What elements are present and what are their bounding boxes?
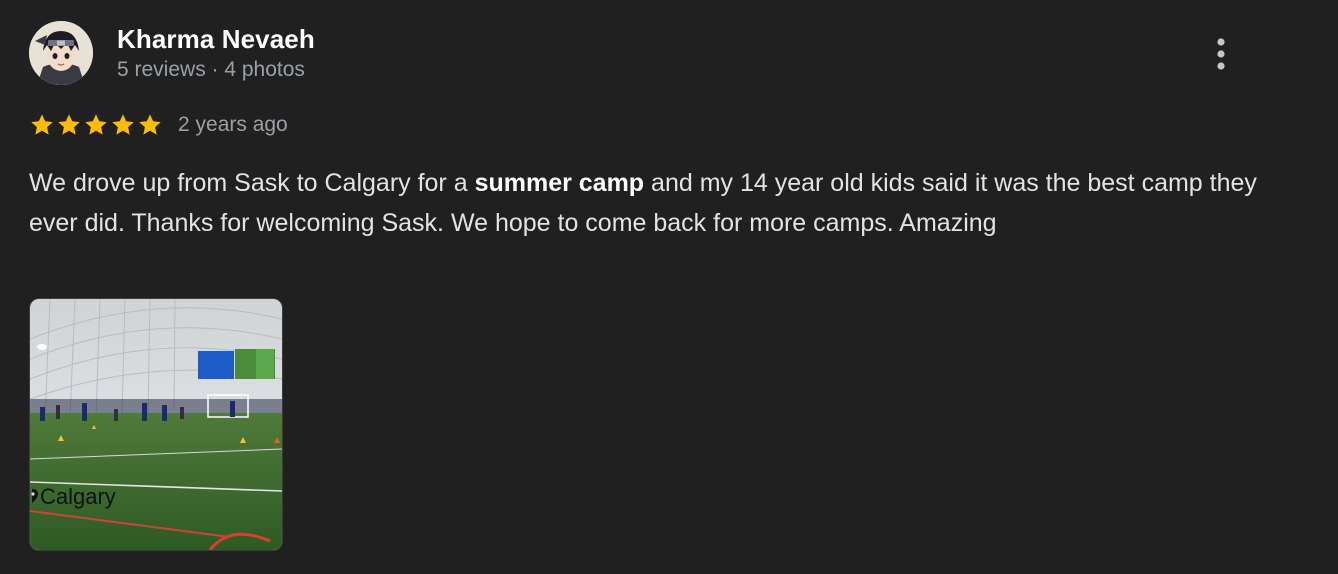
review-text: We drove up from Sask to Calgary for a s… (29, 164, 1259, 243)
star-rating (29, 112, 163, 138)
star-icon (29, 112, 55, 138)
review-photo[interactable]: Calgary (29, 298, 283, 551)
star-icon (137, 112, 163, 138)
author-name[interactable]: Kharma Nevaeh (117, 24, 315, 55)
star-icon (110, 112, 136, 138)
review-text-bold: summer camp (474, 169, 645, 197)
star-icon (56, 112, 82, 138)
review-text-part1: We drove up from Sask to Calgary for a (29, 169, 475, 197)
review-card: Kharma Nevaeh 5 reviews · 4 photos 2 yea… (0, 0, 1338, 574)
star-icon (83, 112, 109, 138)
indoor-soccer-field-photo (30, 299, 282, 550)
more-options-button[interactable] (1204, 34, 1238, 74)
author-meta: 5 reviews · 4 photos (117, 58, 305, 81)
review-date: 2 years ago (178, 113, 288, 136)
author-avatar[interactable] (29, 21, 93, 85)
photo-caption: Calgary (40, 484, 116, 509)
location-pin-icon (31, 489, 38, 503)
anime-character-avatar-icon (29, 21, 93, 85)
rating-row: 2 years ago (29, 110, 288, 140)
more-vertical-icon (1217, 38, 1225, 70)
